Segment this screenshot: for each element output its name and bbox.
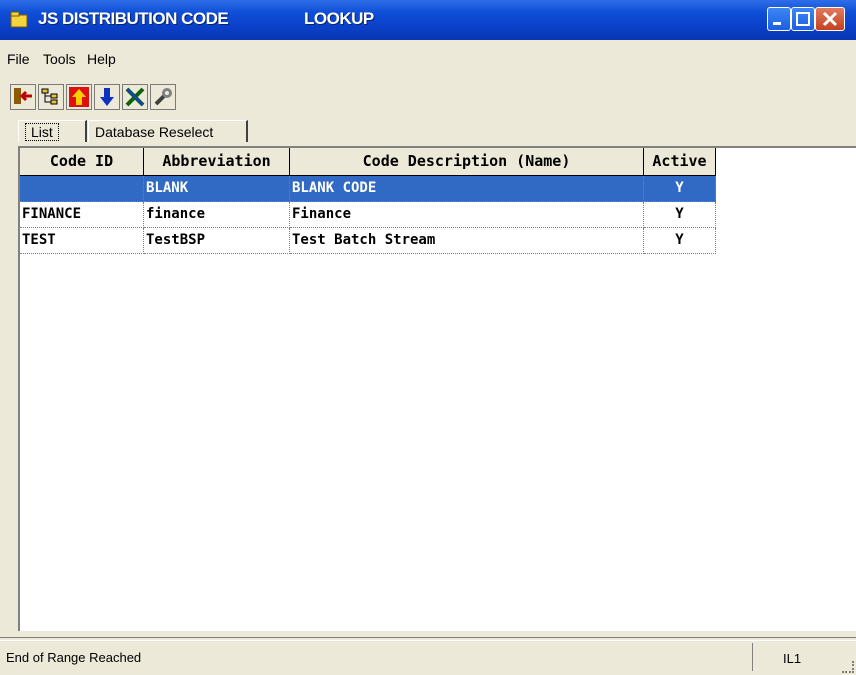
title-bar[interactable]: JS DISTRIBUTION CODE LOOKUP <box>0 0 856 40</box>
window-title-lookup: LOOKUP <box>304 9 374 28</box>
toolbar <box>0 76 856 114</box>
menu-help[interactable]: Help <box>87 51 116 67</box>
cell-active: Y <box>644 228 716 254</box>
cell-abbreviation: BLANK <box>144 176 290 202</box>
cell-active: Y <box>644 176 716 202</box>
folder-app-icon <box>10 11 28 28</box>
cell-description: Finance <box>290 202 644 228</box>
tab-database-reselect-label: Database Reselect <box>95 124 214 140</box>
up-arrow-icon <box>69 87 89 107</box>
select-button[interactable] <box>122 84 148 110</box>
select-icon <box>125 87 145 107</box>
cell-code-id <box>20 176 144 202</box>
table-row[interactable]: TEST TestBSP Test Batch Stream Y <box>20 228 720 254</box>
menu-bar: File Tools Help <box>0 40 856 74</box>
tab-database-reselect[interactable]: Database Reselect <box>88 120 248 142</box>
move-down-button[interactable] <box>94 84 120 110</box>
cell-abbreviation: finance <box>144 202 290 228</box>
grid-header: Code ID Abbreviation Code Description (N… <box>20 148 720 176</box>
menu-tools[interactable]: Tools <box>43 51 76 67</box>
tab-list[interactable]: List <box>18 120 87 142</box>
resize-grip[interactable] <box>842 661 854 673</box>
cell-abbreviation: TestBSP <box>144 228 290 254</box>
maximize-button[interactable] <box>791 7 815 31</box>
minimize-button[interactable] <box>767 7 791 31</box>
table-row[interactable]: FINANCE finance Finance Y <box>20 202 720 228</box>
wrench-icon <box>154 88 172 106</box>
tab-list-label: List <box>25 123 59 141</box>
menu-file[interactable]: File <box>7 51 30 67</box>
cell-active: Y <box>644 202 716 228</box>
code-grid[interactable]: Code ID Abbreviation Code Description (N… <box>18 146 856 631</box>
cell-code-id: TEST <box>20 228 144 254</box>
exit-button[interactable] <box>10 84 36 110</box>
column-header-description[interactable]: Code Description (Name) <box>290 148 644 176</box>
column-header-code-id[interactable]: Code ID <box>20 148 144 176</box>
tree-button[interactable] <box>38 84 64 110</box>
minimize-icon <box>773 22 781 25</box>
cell-description: Test Batch Stream <box>290 228 644 254</box>
cell-code-id: FINANCE <box>20 202 144 228</box>
maximize-icon <box>796 12 810 26</box>
exit-icon <box>14 88 32 104</box>
column-header-active[interactable]: Active <box>644 148 716 176</box>
status-indicator: IL1 <box>752 643 822 671</box>
wrench-button[interactable] <box>150 84 176 110</box>
tab-strip: List Database Reselect <box>0 116 856 146</box>
move-up-button[interactable] <box>66 84 92 110</box>
window-title: JS DISTRIBUTION CODE <box>38 9 229 28</box>
close-button[interactable] <box>815 7 845 31</box>
tree-icon <box>41 88 58 105</box>
status-message: End of Range Reached <box>6 650 142 665</box>
status-separator <box>0 637 856 641</box>
down-arrow-icon <box>100 88 114 106</box>
table-row[interactable]: BLANK BLANK CODE Y <box>20 176 720 202</box>
cell-description: BLANK CODE <box>290 176 644 202</box>
column-header-abbreviation[interactable]: Abbreviation <box>144 148 290 176</box>
close-icon <box>822 11 838 27</box>
